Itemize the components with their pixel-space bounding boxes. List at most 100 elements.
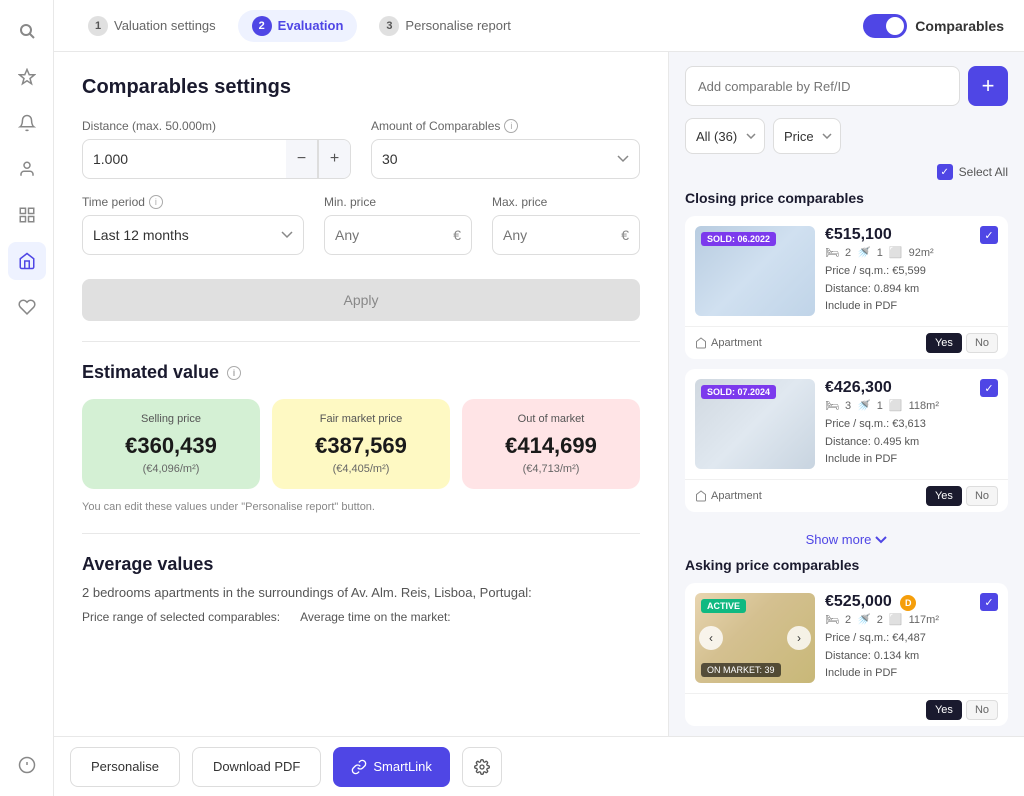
price-range-label: Price range of selected comparables: (82, 610, 280, 624)
personalise-button[interactable]: Personalise (70, 747, 180, 787)
sidebar-chart[interactable] (8, 196, 46, 234)
amount-group: Amount of Comparables i 30 (371, 119, 640, 179)
time-info-icon[interactable]: i (149, 195, 163, 209)
sidebar-bell[interactable] (8, 104, 46, 142)
asking-comp-1-next[interactable]: › (787, 626, 811, 650)
sidebar-star[interactable] (8, 58, 46, 96)
selling-price-label: Selling price (96, 413, 246, 425)
select-all-checkbox[interactable] (937, 164, 953, 180)
asking-comp-1-checkbox[interactable] (980, 593, 998, 611)
closing-comp-2: SOLD: 07.2024 €426,300 🛏3 🚿1 ⬜118m² Pric… (685, 369, 1008, 512)
settings-icon (474, 759, 490, 775)
closing-comp-2-pdf-no[interactable]: No (966, 486, 998, 506)
closing-comp-2-price: €426,300 (825, 379, 970, 397)
fair-market-label: Fair market price (286, 413, 436, 425)
max-price-label: Max. price (492, 195, 640, 209)
out-of-market-card: Out of market €414,699 (€4,713/m²) (462, 399, 640, 489)
closing-comp-1-pdf-no[interactable]: No (966, 333, 998, 353)
tab-valuation-settings[interactable]: 1 Valuation settings (74, 10, 230, 42)
closing-comp-1-checkbox[interactable] (980, 226, 998, 244)
distance-increment[interactable]: + (318, 140, 350, 178)
closing-comp-1-pdf: Yes No (926, 333, 998, 353)
asking-comp-1-prev[interactable]: ‹ (699, 626, 723, 650)
distance-group: Distance (max. 50.000m) − + (82, 119, 351, 179)
distance-input[interactable] (83, 151, 286, 167)
sidebar-home[interactable] (8, 242, 46, 280)
select-all-row: Select All (685, 164, 1008, 180)
smartlink-button[interactable]: SmartLink (333, 747, 450, 787)
divider-2 (82, 533, 640, 534)
tab-evaluation-label: Evaluation (278, 18, 344, 33)
asking-comp-1-letter: D (900, 595, 916, 611)
tab-evaluation[interactable]: 2 Evaluation (238, 10, 358, 42)
closing-comp-2-body: SOLD: 07.2024 €426,300 🛏3 🚿1 ⬜118m² Pric… (685, 369, 1008, 479)
min-price-currency: € (453, 227, 461, 243)
asking-comp-1-badge: ACTIVE (701, 599, 746, 613)
body-area: Comparables settings Distance (max. 50.0… (54, 52, 1024, 736)
filter-price-select[interactable]: Price (773, 118, 841, 154)
sidebar-search[interactable] (8, 12, 46, 50)
time-period-label: Time period i (82, 195, 304, 209)
min-price-input[interactable] (335, 227, 447, 243)
max-price-input[interactable] (503, 227, 615, 243)
closing-comp-1-footer: Apartment Yes No (685, 326, 1008, 359)
closing-comp-1-image: SOLD: 06.2022 (695, 226, 815, 316)
estimated-info-icon[interactable]: i (227, 366, 241, 380)
size-icon: ⬜ (889, 246, 903, 259)
closing-comp-1-details: Price / sq.m.: €5,599 Distance: 0.894 km… (825, 263, 970, 316)
bath-icon-2: 🚿 (857, 399, 871, 412)
asking-comp-1-price: €525,000 D (825, 593, 970, 611)
closing-comp-2-info: €426,300 🛏3 🚿1 ⬜118m² Price / sq.m.: €3,… (825, 379, 970, 469)
out-of-market-label: Out of market (476, 413, 626, 425)
size-icon-3: ⬜ (889, 613, 903, 626)
asking-comp-1-pdf-yes[interactable]: Yes (926, 700, 962, 720)
amount-select[interactable]: 30 (371, 139, 640, 179)
closing-comp-2-checkbox[interactable] (980, 379, 998, 397)
min-price-label: Min. price (324, 195, 472, 209)
sidebar-info[interactable] (8, 746, 46, 784)
closing-comp-2-pdf-yes[interactable]: Yes (926, 486, 962, 506)
closing-comp-1-pdf-yes[interactable]: Yes (926, 333, 962, 353)
tab-personalise-report[interactable]: 3 Personalise report (365, 10, 525, 42)
comparables-toggle-label: Comparables (915, 18, 1004, 34)
filter-all-select[interactable]: All (36) (685, 118, 765, 154)
add-comparable-button[interactable]: + (968, 66, 1008, 106)
apply-button[interactable]: Apply (82, 279, 640, 321)
asking-comp-1-pdf-no[interactable]: No (966, 700, 998, 720)
bed-icon: 🛏 (825, 246, 839, 259)
closing-comp-2-image: SOLD: 07.2024 (695, 379, 815, 469)
show-more-closing[interactable]: Show more (685, 522, 1008, 557)
min-price-group: Min. price € (324, 195, 472, 255)
right-panel: + All (36) Price Select All Closing pric… (669, 52, 1024, 736)
filter-row: All (36) Price (685, 118, 1008, 154)
max-price-group: Max. price € (492, 195, 640, 255)
closing-comp-1-body: SOLD: 06.2022 €515,100 🛏2 🚿1 ⬜92m² Price… (685, 216, 1008, 326)
closing-comp-2-pdf: Yes No (926, 486, 998, 506)
avg-details-row: Price range of selected comparables: Ave… (82, 610, 640, 624)
price-cards: Selling price €360,439 (€4,096/m²) Fair … (82, 399, 640, 489)
sidebar-handshake[interactable] (8, 288, 46, 326)
asking-comp-1-image: ACTIVE ON MARKET: 39 ‹ › (695, 593, 815, 683)
fair-market-value: €387,569 (286, 433, 436, 459)
time-period-select[interactable]: Last 12 months (82, 215, 304, 255)
comparables-toggle[interactable] (863, 14, 907, 38)
add-comparable-input[interactable] (685, 66, 960, 106)
fair-market-sub: (€4,405/m²) (286, 463, 436, 475)
sidebar-user[interactable] (8, 150, 46, 188)
settings-button[interactable] (462, 747, 502, 787)
selling-price-value: €360,439 (96, 433, 246, 459)
asking-comp-1-market-badge: ON MARKET: 39 (701, 663, 781, 677)
size-icon-2: ⬜ (889, 399, 903, 412)
divider-1 (82, 341, 640, 342)
time-price-row: Time period i Last 12 months Min. price … (82, 195, 640, 255)
average-values-desc: 2 bedrooms apartments in the surrounding… (82, 585, 640, 600)
download-pdf-button[interactable]: Download PDF (192, 747, 321, 787)
step-3-num: 3 (379, 16, 399, 36)
amount-info-icon[interactable]: i (504, 119, 518, 133)
avg-time-label: Average time on the market: (300, 610, 451, 624)
step-2-num: 2 (252, 16, 272, 36)
edit-hint: You can edit these values under "Persona… (82, 501, 640, 513)
distance-decrement[interactable]: − (286, 140, 318, 178)
tab-valuation-label: Valuation settings (114, 18, 216, 33)
tab-personalise-label: Personalise report (405, 18, 511, 33)
